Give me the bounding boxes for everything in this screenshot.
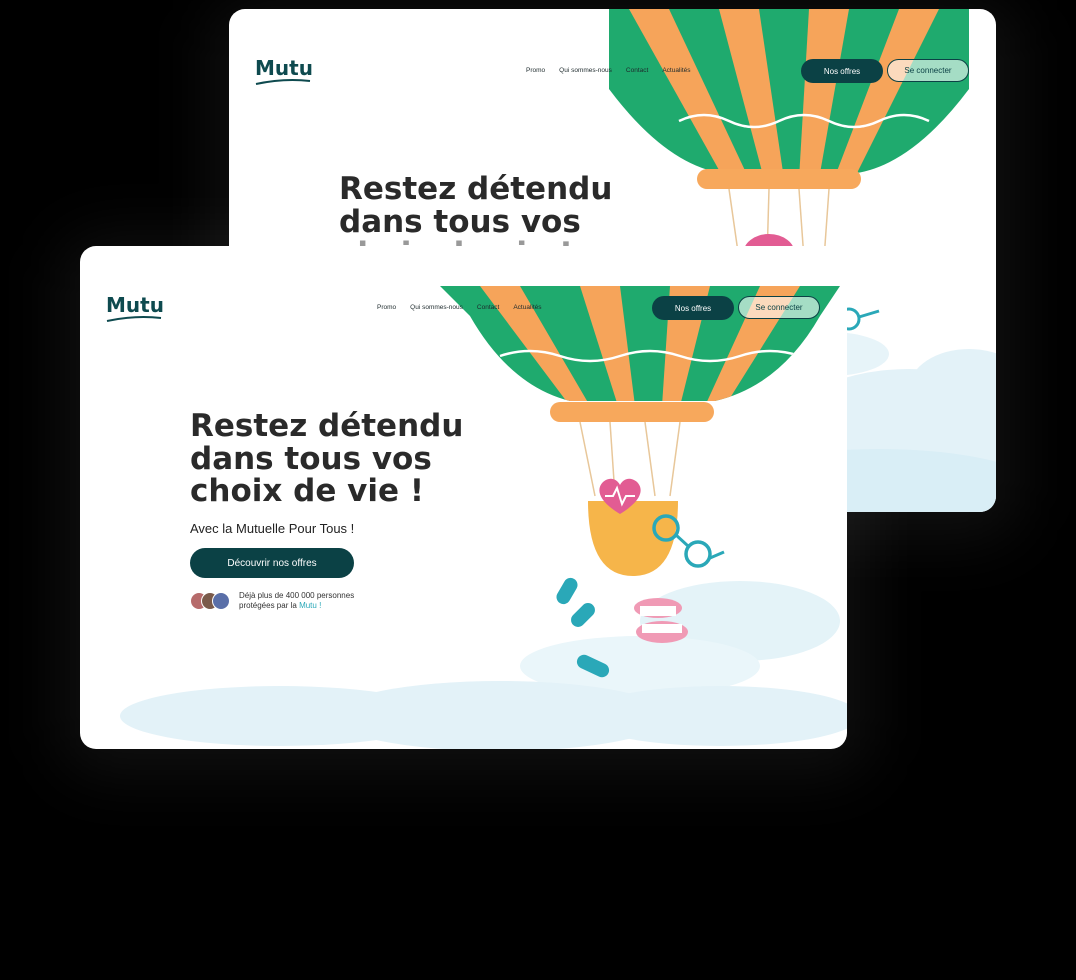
nav-link-promo[interactable]: Promo [526,67,545,74]
discover-offers-button[interactable]: Découvrir nos offres [190,548,354,578]
front-screenshot-card: Mutu Promo Qui sommes-nous Contact Actua… [80,246,847,749]
nos-offres-button[interactable]: Nos offres [652,296,734,320]
login-button[interactable]: Se connecter [738,296,820,319]
hero-line-2: dans tous vos [190,440,432,477]
proof-line-2: protégées par la [239,601,297,611]
heart-icon [599,478,641,514]
hero-line-1: Restez détendu [339,171,613,207]
logo[interactable]: Mutu [255,56,313,80]
nav-links: Promo Qui sommes-nous Contact Actualités [377,304,542,311]
logo-underline [106,316,162,322]
back-navbar: Mutu Promo Qui sommes-nous Contact Actua… [229,49,996,105]
front-navbar: Mutu Promo Qui sommes-nous Contact Actua… [80,286,847,342]
nav-link-contact[interactable]: Contact [626,67,648,74]
nav-link-contact[interactable]: Contact [477,304,499,311]
nav-link-news[interactable]: Actualités [513,304,541,311]
avatar [212,592,230,610]
hero-line-3: choix de vie ! [190,473,424,510]
pill-icon [576,654,610,678]
nav-links: Promo Qui sommes-nous Contact Actualités [526,67,691,74]
nos-offres-button[interactable]: Nos offres [801,59,883,83]
nav-link-about[interactable]: Qui sommes-nous [559,67,612,74]
nav-link-promo[interactable]: Promo [377,304,396,311]
hero-line-1: Restez détendu [190,408,464,444]
nav-link-news[interactable]: Actualités [662,67,690,74]
pill-icon [556,577,595,627]
dentures-icon [634,598,688,643]
front-hero-title: Restez détendu dans tous vos choix de vi… [190,410,463,508]
nav-link-about[interactable]: Qui sommes-nous [410,304,463,311]
login-button[interactable]: Se connecter [887,59,969,82]
logo-underline [255,79,311,85]
social-proof-text: Déjà plus de 400 000 personnes protégées… [239,591,354,612]
proof-line-1: Déjà plus de 400 000 personnes [239,591,355,600]
hero-subtitle: Avec la Mutuelle Pour Tous ! [190,521,355,536]
glasses-icon [652,514,725,568]
logo[interactable]: Mutu [106,293,164,317]
proof-brand: Mutu ! [299,601,322,611]
hero-line-2: dans tous vos [339,203,581,240]
